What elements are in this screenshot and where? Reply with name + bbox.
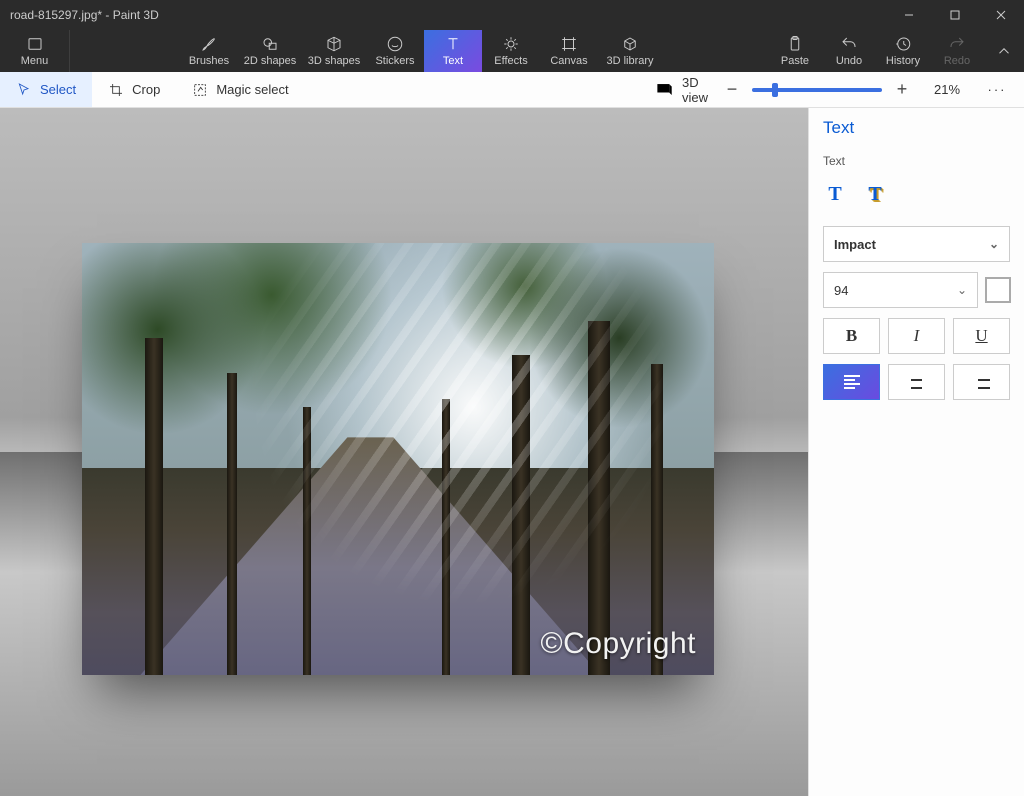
text-panel: Text Text T T Impact ⌄ 94 ⌄ B I U [808,108,1024,796]
image-on-canvas[interactable]: ©Copyright [82,243,714,675]
chevron-down-icon: ⌄ [989,237,999,251]
bold-button[interactable]: B [823,318,880,354]
menu-label: Menu [21,55,49,67]
undo-icon [840,35,858,53]
text-label: Text [443,55,463,67]
magic-select-icon [192,82,208,98]
crop-label: Crop [132,82,160,97]
minimize-button[interactable] [886,0,932,30]
3d-library-tool[interactable]: 3D library [598,30,662,72]
align-right-icon [974,375,990,389]
2d-text-button[interactable]: T [823,182,847,206]
window-title: road-815297.jpg* - Paint 3D [10,8,159,22]
text-tool[interactable]: Text [424,30,482,72]
menu-button[interactable]: Menu [0,30,70,72]
redo-icon [948,35,966,53]
font-size-dropdown[interactable]: 94 ⌄ [823,272,978,308]
align-left-button[interactable] [823,364,880,400]
2d-shapes-tool[interactable]: 2D shapes [238,30,302,72]
select-label: Select [40,82,76,97]
stickers-icon [386,35,404,53]
3d-view-icon [654,79,674,99]
maximize-button[interactable] [932,0,978,30]
magic-select-button[interactable]: Magic select [176,72,304,107]
redo-button: Redo [930,30,984,72]
more-options-button[interactable]: ··· [982,82,1012,97]
ribbon: Menu Brushes 2D shapes 3D shapes Sticker… [0,30,1024,72]
watermark-text[interactable]: ©Copyright [541,627,697,661]
undo-label: Undo [836,55,862,67]
3d-library-label: 3D library [606,55,653,67]
history-label: History [886,55,920,67]
paste-icon [786,35,804,53]
undo-button[interactable]: Undo [822,30,876,72]
align-center-button[interactable] [888,364,945,400]
3d-text-button[interactable]: T [863,182,887,206]
titlebar: road-815297.jpg* - Paint 3D [0,0,1024,30]
canvas-icon [560,35,578,53]
panel-title: Text [823,118,1010,138]
3d-view-label: 3D view [682,75,708,105]
canvas-area[interactable]: ©Copyright [0,108,808,796]
zoom-out-button[interactable]: − [722,79,742,100]
paste-label: Paste [781,55,809,67]
font-size-value: 94 [834,283,848,298]
3d-view-button[interactable]: 3D view [640,75,722,105]
3d-shapes-tool[interactable]: 3D shapes [302,30,366,72]
collapse-ribbon-button[interactable] [984,30,1024,72]
effects-label: Effects [494,55,527,67]
canvas-label: Canvas [550,55,587,67]
align-left-icon [844,375,860,389]
3d-shapes-icon [325,35,343,53]
chevron-down-icon: ⌄ [957,283,967,297]
cursor-icon [16,82,32,98]
2d-shapes-label: 2D shapes [244,55,297,67]
zoom-slider[interactable] [752,88,882,92]
chevron-up-icon [995,42,1013,60]
history-button[interactable]: History [876,30,930,72]
magic-select-label: Magic select [216,82,288,97]
2d-shapes-icon [261,35,279,53]
3d-library-icon [621,35,639,53]
effects-tool[interactable]: Effects [482,30,540,72]
close-button[interactable] [978,0,1024,30]
text-color-swatch[interactable] [986,278,1010,302]
sub-toolbar: Select Crop Magic select 3D view − + 21%… [0,72,1024,108]
align-center-icon [909,375,925,389]
zoom-in-button[interactable]: + [892,79,912,100]
redo-label: Redo [944,55,970,67]
stickers-label: Stickers [375,55,414,67]
paste-button[interactable]: Paste [768,30,822,72]
select-button[interactable]: Select [0,72,92,107]
align-right-button[interactable] [953,364,1010,400]
menu-icon [26,35,44,53]
stickers-tool[interactable]: Stickers [366,30,424,72]
3d-shapes-label: 3D shapes [308,55,361,67]
italic-button[interactable]: I [888,318,945,354]
text-icon [444,35,462,53]
history-icon [894,35,912,53]
crop-icon [108,82,124,98]
zoom-percent[interactable]: 21% [922,82,972,97]
brushes-label: Brushes [189,55,229,67]
underline-button[interactable]: U [953,318,1010,354]
brushes-tool[interactable]: Brushes [180,30,238,72]
brush-icon [200,35,218,53]
canvas-tool[interactable]: Canvas [540,30,598,72]
font-family-value: Impact [834,237,876,252]
crop-button[interactable]: Crop [92,72,176,107]
effects-icon [502,35,520,53]
panel-subheader: Text [823,154,1010,168]
font-family-dropdown[interactable]: Impact ⌄ [823,226,1010,262]
